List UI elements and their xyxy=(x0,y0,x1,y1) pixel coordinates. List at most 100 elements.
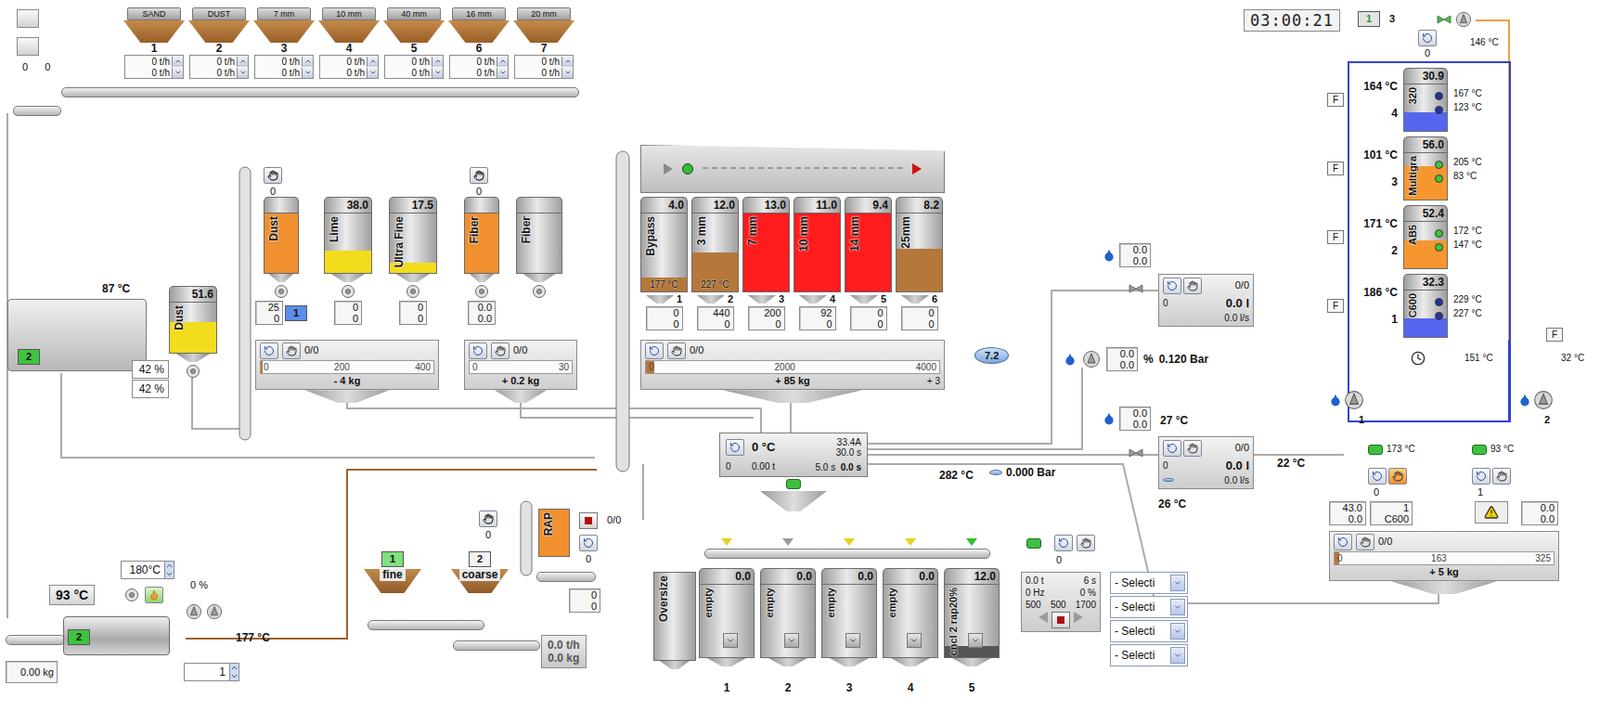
spin-button[interactable] xyxy=(366,56,378,67)
dryer-burner-drum[interactable]: 2 xyxy=(63,616,170,656)
discharge-button[interactable] xyxy=(784,632,800,648)
hot-bin[interactable]: 8.225mm xyxy=(895,196,943,293)
manual-button[interactable] xyxy=(478,510,498,528)
cold-feed-bin[interactable]: 10 mm40 t/h0 t/h xyxy=(318,7,380,79)
rate-box[interactable]: 0 t/h0 t/h xyxy=(189,54,249,79)
filter-button[interactable]: F xyxy=(1327,230,1344,245)
pump-icon[interactable] xyxy=(206,603,223,620)
manual-button[interactable] xyxy=(1076,534,1096,552)
spin-button[interactable] xyxy=(366,67,378,78)
manual-button[interactable] xyxy=(1355,533,1375,551)
silo-select[interactable]: - Selecti xyxy=(1109,571,1188,594)
manual-button[interactable] xyxy=(469,167,489,184)
discharge-button[interactable] xyxy=(967,632,983,648)
filler-silo[interactable]: 17.5Ultra Fine xyxy=(388,196,438,283)
spin-button[interactable] xyxy=(236,67,248,78)
next-button[interactable] xyxy=(1073,611,1084,623)
stop-button[interactable] xyxy=(1051,611,1071,629)
storage-silo[interactable]: 0.0empty xyxy=(698,567,755,667)
additive-dosing[interactable]: 0/000.0 l0.0 l/s xyxy=(1158,436,1254,490)
warning-box[interactable] xyxy=(1474,501,1509,524)
storage-silo[interactable]: 12.0cncl 2 rap20% xyxy=(943,567,1000,667)
water-dosing[interactable]: 0/000.0 l0.0 l/s xyxy=(1158,273,1254,327)
valve-icon[interactable] xyxy=(1436,14,1452,25)
reset-button[interactable] xyxy=(1367,467,1387,485)
spin-button[interactable] xyxy=(561,67,573,78)
silo-select[interactable]: - Selecti xyxy=(1109,644,1188,667)
reset-button[interactable] xyxy=(1162,277,1182,295)
pump-icon[interactable] xyxy=(1455,11,1472,28)
dryer-drum[interactable]: 2 xyxy=(7,298,147,372)
rap-silo[interactable]: RAP xyxy=(538,508,570,557)
manual-button[interactable] xyxy=(263,167,283,184)
rate-box[interactable]: 0 t/h0 t/h xyxy=(254,54,314,79)
down-icon[interactable] xyxy=(230,671,239,681)
cold-feed-bin[interactable]: 16 mm60 t/h0 t/h xyxy=(448,7,510,79)
rap-feeder[interactable]: coarse xyxy=(451,568,509,594)
reset-button[interactable] xyxy=(1333,533,1353,551)
reset-button[interactable] xyxy=(259,342,279,360)
cold-feed-bin[interactable]: 20 mm70 t/h0 t/h xyxy=(513,7,575,79)
valve-icon[interactable] xyxy=(1128,283,1144,294)
pump-icon[interactable] xyxy=(1082,349,1101,369)
stop-button[interactable] xyxy=(579,512,598,530)
filter-button[interactable]: F xyxy=(1327,298,1344,313)
mixer[interactable]: 0 °C33.4A30.0 s00.00 t5.0 s 0.0 s xyxy=(719,432,868,478)
filter-button[interactable]: F xyxy=(1327,92,1344,107)
rate-box[interactable]: 0 t/h0 t/h xyxy=(319,54,379,79)
silo-select[interactable]: - Selecti xyxy=(1109,595,1188,619)
spin-button[interactable] xyxy=(496,56,508,67)
filter-button[interactable]: F xyxy=(1327,161,1344,176)
rate-box[interactable]: 0 t/h0 t/h xyxy=(449,54,509,79)
damper-field[interactable]: 42 % xyxy=(131,360,169,379)
fiber-silo[interactable]: Fiber xyxy=(516,196,563,283)
timer-icon[interactable] xyxy=(1410,350,1426,366)
storage-silo[interactable]: 0.0empty xyxy=(760,567,816,667)
damper-field[interactable]: 42 % xyxy=(131,379,169,399)
hot-bin[interactable]: 9.414 mm xyxy=(844,196,892,293)
previous-button[interactable] xyxy=(1038,611,1048,623)
setpoint-field[interactable]: 180°C xyxy=(120,560,175,580)
pump-icon[interactable] xyxy=(1533,389,1554,411)
discharge-button[interactable] xyxy=(906,632,922,648)
spin-button[interactable] xyxy=(301,67,313,78)
bitumen-tank[interactable]: 30.9320 xyxy=(1403,67,1448,132)
bitumen-tank-badge[interactable]: 1 xyxy=(1357,11,1381,27)
hot-bin[interactable]: 4.0Bypass177 °C xyxy=(640,196,688,293)
manual-button[interactable] xyxy=(667,342,686,360)
down-icon[interactable] xyxy=(165,569,174,579)
bitumen-tank[interactable]: 52.4AB5 xyxy=(1403,205,1448,270)
manual-button[interactable] xyxy=(1492,467,1511,485)
pump-icon[interactable] xyxy=(185,603,203,620)
oversize-silo[interactable]: Oversize xyxy=(653,571,697,670)
manual-button[interactable] xyxy=(1183,277,1202,295)
silo-select[interactable]: - Selecti xyxy=(1109,619,1188,643)
rate-box[interactable]: 0 t/h0 t/h xyxy=(124,54,184,79)
discharge-button[interactable] xyxy=(722,632,738,648)
reset-button[interactable] xyxy=(579,534,598,552)
filler-silo[interactable]: Dust xyxy=(263,196,299,283)
up-icon[interactable] xyxy=(165,561,174,570)
sequence-tool-icon[interactable] xyxy=(16,9,39,28)
spin-button[interactable] xyxy=(301,56,313,67)
dust-silo[interactable]: 51.6Dust xyxy=(168,285,218,362)
hot-bin[interactable]: 13.07 mm xyxy=(742,196,790,293)
tool-icon[interactable] xyxy=(16,37,39,56)
valve-icon[interactable] xyxy=(1128,448,1144,458)
reset-button[interactable] xyxy=(1054,534,1073,552)
rap-feeder[interactable]: fine xyxy=(363,568,422,594)
pump-icon[interactable] xyxy=(1343,389,1365,411)
spin-button[interactable] xyxy=(171,67,183,78)
cold-feed-bin[interactable]: 7 mm30 t/h0 t/h xyxy=(253,7,315,79)
reset-button[interactable] xyxy=(645,342,664,360)
compressor[interactable]: 7.2 xyxy=(974,347,1009,364)
reset-button[interactable] xyxy=(725,438,745,456)
storage-silo[interactable]: 0.0empty xyxy=(821,567,878,667)
spin-button[interactable] xyxy=(561,56,573,67)
spin-button[interactable] xyxy=(171,56,183,67)
burner-field[interactable]: 1 xyxy=(183,662,240,682)
reset-button[interactable] xyxy=(1418,29,1437,47)
fiber-silo[interactable]: Fiber xyxy=(464,196,500,283)
burner-flame-button[interactable] xyxy=(144,586,164,604)
filler-silo[interactable]: 38.0Lime xyxy=(323,196,373,283)
